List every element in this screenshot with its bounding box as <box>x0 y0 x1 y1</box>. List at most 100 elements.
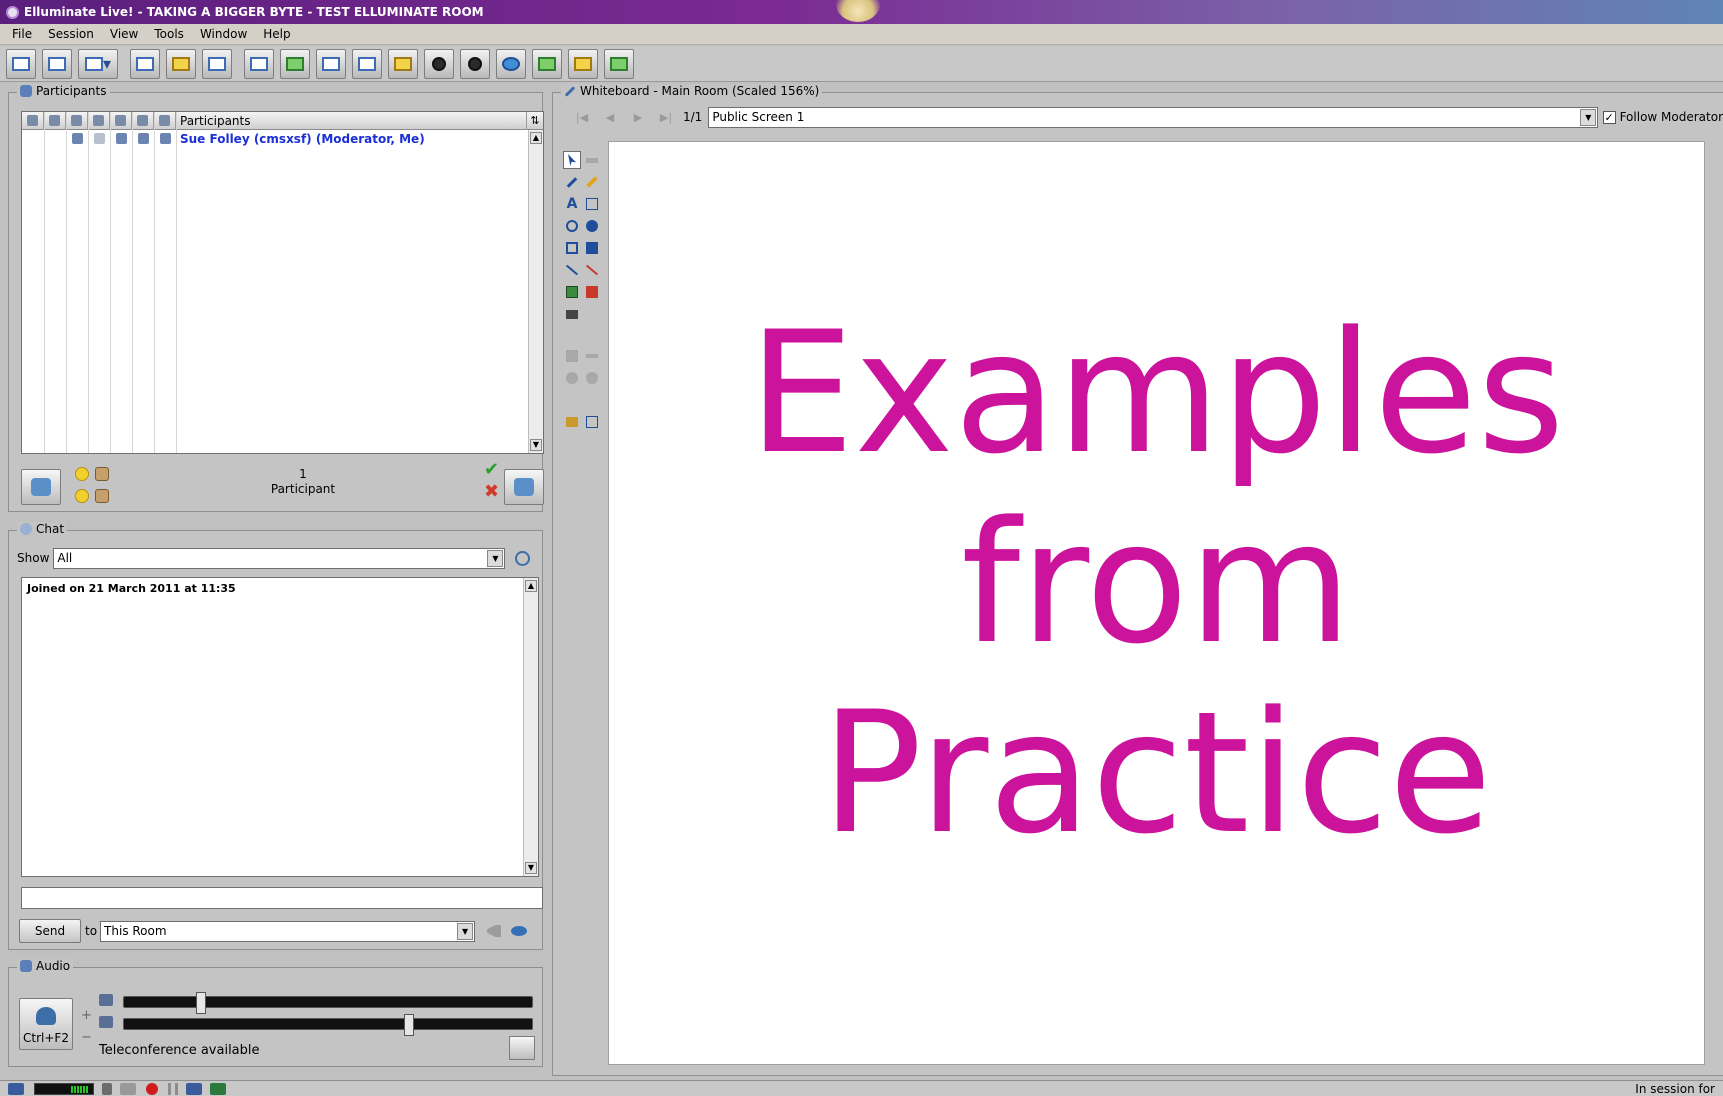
menu-help[interactable]: Help <box>263 27 290 41</box>
record-icon[interactable] <box>146 1082 158 1095</box>
magic-wand-tool-icon[interactable] <box>583 261 601 279</box>
participants-column-header[interactable]: Participants <box>176 111 527 130</box>
app-share-icon[interactable] <box>280 48 310 79</box>
redo-tool-icon[interactable] <box>583 369 601 387</box>
filled-rectangle-tool-icon[interactable] <box>583 239 601 257</box>
lock-icon[interactable] <box>102 1082 112 1095</box>
participants-scrollbar[interactable]: ▲ ▼ <box>528 130 543 453</box>
multimedia-icon[interactable] <box>316 48 346 79</box>
laugh-emoji-icon[interactable] <box>75 489 89 503</box>
connection-icon <box>8 1082 24 1095</box>
show-select[interactable]: All ▼ <box>53 547 506 569</box>
selector-tool-icon[interactable] <box>563 151 581 169</box>
speaker-icon <box>99 1016 113 1028</box>
notes-icon[interactable] <box>568 48 598 79</box>
add-content-icon[interactable] <box>604 48 634 79</box>
microphone-slider-thumb[interactable] <box>196 992 206 1014</box>
chevron-down-icon[interactable]: ▼ <box>1580 108 1597 126</box>
layout-icon[interactable]: ▾ <box>78 48 118 79</box>
highlighter-tool-icon[interactable] <box>583 173 601 191</box>
scroll-up-icon[interactable]: ▲ <box>530 132 542 144</box>
follow-moderator-checkbox[interactable]: ✓ <box>1602 110 1616 124</box>
smile-emoji-icon[interactable] <box>75 467 89 481</box>
clock-icon[interactable] <box>515 550 531 566</box>
text-box-tool-icon[interactable] <box>583 195 601 213</box>
menu-view[interactable]: View <box>110 27 138 41</box>
person-column-icon[interactable] <box>154 111 176 130</box>
file-transfer-icon[interactable] <box>352 48 382 79</box>
next-page-icon[interactable]: ▶ <box>627 111 649 124</box>
timer-icon[interactable] <box>532 48 562 79</box>
menu-window[interactable]: Window <box>200 27 247 41</box>
chat-scrollbar[interactable]: ▲ ▼ <box>523 578 538 876</box>
speaker-slider-thumb[interactable] <box>404 1014 414 1036</box>
clipart-tool-icon[interactable] <box>583 283 601 301</box>
step-away-button[interactable] <box>504 469 544 505</box>
menu-session[interactable]: Session <box>48 27 94 41</box>
confused-icon[interactable] <box>95 489 109 503</box>
rectangle-tool-icon[interactable] <box>563 239 581 257</box>
line-tool-icon[interactable] <box>563 261 581 279</box>
check-icon[interactable]: ✔ <box>484 459 499 480</box>
video-icon[interactable] <box>424 48 454 79</box>
open-folder-icon[interactable] <box>563 413 581 431</box>
screen-select[interactable]: Public Screen 1 ▼ <box>708 106 1599 128</box>
follow-moderator-toggle[interactable]: ✓ Follow Moderator <box>1602 110 1723 124</box>
send-button[interactable]: Send <box>19 919 81 943</box>
video-window-icon[interactable] <box>460 48 490 79</box>
archive-icon[interactable] <box>166 48 196 79</box>
megaphone-icon[interactable] <box>487 925 502 937</box>
load-icon[interactable] <box>388 48 418 79</box>
microphone-volume-slider[interactable] <box>123 992 533 1014</box>
pen-tool-icon[interactable] <box>563 173 581 191</box>
whiteboard-column-icon[interactable] <box>110 111 132 130</box>
menu-tools[interactable]: Tools <box>154 27 184 41</box>
text-tool-icon[interactable]: A <box>563 195 581 213</box>
eye-icon[interactable] <box>511 926 528 936</box>
pause-icon[interactable] <box>168 1082 178 1095</box>
eraser-tool-icon[interactable] <box>583 151 601 169</box>
table-row[interactable]: Sue Folley (cmsxsf) (Moderator, Me) <box>22 130 543 147</box>
scroll-up-icon[interactable]: ▲ <box>525 580 537 592</box>
scale-tool-icon[interactable] <box>583 347 601 365</box>
raise-hand-column-icon[interactable] <box>22 111 44 130</box>
recorder-icon[interactable] <box>120 1082 136 1095</box>
chat-message-input[interactable] <box>21 887 543 909</box>
chevron-down-icon[interactable]: ▼ <box>457 922 474 940</box>
zoom-tool-icon[interactable] <box>563 347 581 365</box>
print-icon[interactable] <box>42 48 72 79</box>
applause-icon[interactable] <box>95 467 109 481</box>
web-tour-icon[interactable] <box>496 48 526 79</box>
screen-capture-tool-icon[interactable] <box>563 305 581 323</box>
speaker-volume-slider[interactable] <box>123 1014 533 1036</box>
whiteboard-panel-title: Whiteboard - Main Room (Scaled 156%) <box>561 84 823 98</box>
last-page-icon[interactable]: ▶| <box>655 111 677 124</box>
participant-info-icon[interactable] <box>130 48 160 79</box>
scroll-down-icon[interactable]: ▼ <box>530 439 542 451</box>
chat-column-icon[interactable] <box>88 111 110 130</box>
new-screen-icon[interactable] <box>583 413 601 431</box>
talk-button[interactable]: Ctrl+F2 <box>19 998 73 1050</box>
filled-oval-tool-icon[interactable] <box>583 217 601 235</box>
chevron-down-icon[interactable]: ▼ <box>487 549 504 567</box>
scroll-down-icon[interactable]: ▼ <box>525 862 537 874</box>
previous-page-icon[interactable]: ◀ <box>599 111 621 124</box>
first-page-icon[interactable]: |◀ <box>571 111 593 124</box>
moderator-column-icon[interactable] <box>44 111 66 130</box>
whiteboard-canvas[interactable]: Examples from Practice <box>608 141 1705 1065</box>
save-icon[interactable] <box>6 48 36 79</box>
recipient-select[interactable]: This Room ▼ <box>100 920 476 942</box>
chat-log-entry: Joined on 21 March 2011 at 11:35 <box>27 582 236 595</box>
app-share-column-icon[interactable] <box>132 111 154 130</box>
whiteboard-icon[interactable] <box>244 48 274 79</box>
image-tool-icon[interactable] <box>563 283 581 301</box>
sort-icon[interactable]: ⇅ <box>527 114 543 127</box>
audio-column-icon[interactable] <box>66 111 88 130</box>
menu-file[interactable]: File <box>12 27 32 41</box>
oval-tool-icon[interactable] <box>563 217 581 235</box>
poll-icon[interactable] <box>202 48 232 79</box>
teleconference-button[interactable] <box>509 1036 535 1060</box>
raise-hand-button[interactable] <box>21 469 61 505</box>
undo-tool-icon[interactable] <box>563 369 581 387</box>
cross-icon[interactable]: ✖ <box>484 481 499 502</box>
